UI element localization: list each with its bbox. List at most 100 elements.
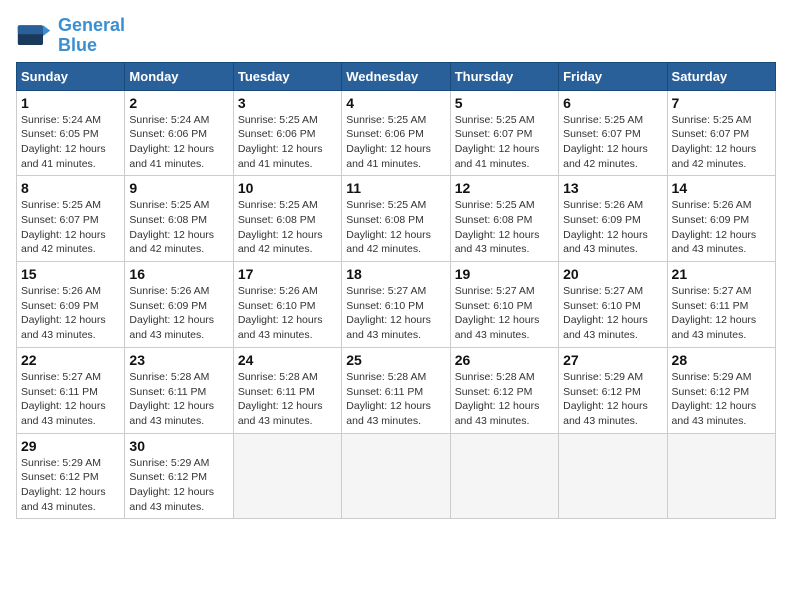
- day-number: 10: [238, 180, 337, 196]
- day-number: 9: [129, 180, 228, 196]
- calendar-cell: 4 Sunrise: 5:25 AM Sunset: 6:06 PM Dayli…: [342, 90, 450, 176]
- calendar-cell: [667, 433, 775, 519]
- day-number: 21: [672, 266, 771, 282]
- calendar-cell: 13 Sunrise: 5:26 AM Sunset: 6:09 PM Dayl…: [559, 176, 667, 262]
- day-info: Sunrise: 5:26 AM Sunset: 6:09 PM Dayligh…: [21, 284, 120, 343]
- logo-icon: [16, 18, 52, 54]
- day-info: Sunrise: 5:27 AM Sunset: 6:10 PM Dayligh…: [455, 284, 554, 343]
- calendar-cell: 1 Sunrise: 5:24 AM Sunset: 6:05 PM Dayli…: [17, 90, 125, 176]
- calendar-cell: [559, 433, 667, 519]
- day-number: 12: [455, 180, 554, 196]
- calendar-cell: 30 Sunrise: 5:29 AM Sunset: 6:12 PM Dayl…: [125, 433, 233, 519]
- calendar-cell: 22 Sunrise: 5:27 AM Sunset: 6:11 PM Dayl…: [17, 347, 125, 433]
- day-info: Sunrise: 5:27 AM Sunset: 6:10 PM Dayligh…: [346, 284, 445, 343]
- day-number: 1: [21, 95, 120, 111]
- day-info: Sunrise: 5:25 AM Sunset: 6:07 PM Dayligh…: [563, 113, 662, 172]
- day-number: 4: [346, 95, 445, 111]
- calendar-cell: 14 Sunrise: 5:26 AM Sunset: 6:09 PM Dayl…: [667, 176, 775, 262]
- day-info: Sunrise: 5:24 AM Sunset: 6:05 PM Dayligh…: [21, 113, 120, 172]
- day-info: Sunrise: 5:25 AM Sunset: 6:08 PM Dayligh…: [238, 198, 337, 257]
- day-number: 3: [238, 95, 337, 111]
- day-number: 18: [346, 266, 445, 282]
- calendar-cell: [342, 433, 450, 519]
- day-info: Sunrise: 5:29 AM Sunset: 6:12 PM Dayligh…: [129, 456, 228, 515]
- day-info: Sunrise: 5:26 AM Sunset: 6:10 PM Dayligh…: [238, 284, 337, 343]
- weekday-header: Friday: [559, 62, 667, 90]
- week-row: 1 Sunrise: 5:24 AM Sunset: 6:05 PM Dayli…: [17, 90, 776, 176]
- calendar-cell: 12 Sunrise: 5:25 AM Sunset: 6:08 PM Dayl…: [450, 176, 558, 262]
- day-info: Sunrise: 5:25 AM Sunset: 6:07 PM Dayligh…: [455, 113, 554, 172]
- day-info: Sunrise: 5:29 AM Sunset: 6:12 PM Dayligh…: [21, 456, 120, 515]
- day-number: 20: [563, 266, 662, 282]
- day-number: 5: [455, 95, 554, 111]
- day-number: 2: [129, 95, 228, 111]
- calendar-cell: 6 Sunrise: 5:25 AM Sunset: 6:07 PM Dayli…: [559, 90, 667, 176]
- day-number: 28: [672, 352, 771, 368]
- logo-text: General Blue: [58, 16, 125, 56]
- calendar-cell: 2 Sunrise: 5:24 AM Sunset: 6:06 PM Dayli…: [125, 90, 233, 176]
- day-info: Sunrise: 5:28 AM Sunset: 6:11 PM Dayligh…: [238, 370, 337, 429]
- calendar-cell: 26 Sunrise: 5:28 AM Sunset: 6:12 PM Dayl…: [450, 347, 558, 433]
- weekday-header: Thursday: [450, 62, 558, 90]
- calendar-cell: 27 Sunrise: 5:29 AM Sunset: 6:12 PM Dayl…: [559, 347, 667, 433]
- day-number: 23: [129, 352, 228, 368]
- calendar-cell: 16 Sunrise: 5:26 AM Sunset: 6:09 PM Dayl…: [125, 262, 233, 348]
- calendar-cell: 8 Sunrise: 5:25 AM Sunset: 6:07 PM Dayli…: [17, 176, 125, 262]
- calendar-cell: 24 Sunrise: 5:28 AM Sunset: 6:11 PM Dayl…: [233, 347, 341, 433]
- day-info: Sunrise: 5:29 AM Sunset: 6:12 PM Dayligh…: [672, 370, 771, 429]
- weekday-header: Monday: [125, 62, 233, 90]
- day-number: 26: [455, 352, 554, 368]
- weekday-header: Wednesday: [342, 62, 450, 90]
- calendar-cell: 5 Sunrise: 5:25 AM Sunset: 6:07 PM Dayli…: [450, 90, 558, 176]
- day-number: 22: [21, 352, 120, 368]
- day-number: 6: [563, 95, 662, 111]
- day-info: Sunrise: 5:24 AM Sunset: 6:06 PM Dayligh…: [129, 113, 228, 172]
- day-number: 15: [21, 266, 120, 282]
- day-info: Sunrise: 5:27 AM Sunset: 6:10 PM Dayligh…: [563, 284, 662, 343]
- day-number: 30: [129, 438, 228, 454]
- day-info: Sunrise: 5:25 AM Sunset: 6:07 PM Dayligh…: [672, 113, 771, 172]
- day-number: 13: [563, 180, 662, 196]
- week-row: 22 Sunrise: 5:27 AM Sunset: 6:11 PM Dayl…: [17, 347, 776, 433]
- week-row: 15 Sunrise: 5:26 AM Sunset: 6:09 PM Dayl…: [17, 262, 776, 348]
- day-info: Sunrise: 5:29 AM Sunset: 6:12 PM Dayligh…: [563, 370, 662, 429]
- day-number: 17: [238, 266, 337, 282]
- calendar-cell: 19 Sunrise: 5:27 AM Sunset: 6:10 PM Dayl…: [450, 262, 558, 348]
- day-info: Sunrise: 5:25 AM Sunset: 6:08 PM Dayligh…: [129, 198, 228, 257]
- header-row: SundayMondayTuesdayWednesdayThursdayFrid…: [17, 62, 776, 90]
- calendar-cell: 11 Sunrise: 5:25 AM Sunset: 6:08 PM Dayl…: [342, 176, 450, 262]
- day-number: 11: [346, 180, 445, 196]
- day-number: 16: [129, 266, 228, 282]
- day-number: 8: [21, 180, 120, 196]
- day-info: Sunrise: 5:25 AM Sunset: 6:08 PM Dayligh…: [455, 198, 554, 257]
- calendar-cell: 10 Sunrise: 5:25 AM Sunset: 6:08 PM Dayl…: [233, 176, 341, 262]
- day-info: Sunrise: 5:25 AM Sunset: 6:06 PM Dayligh…: [238, 113, 337, 172]
- calendar-cell: [233, 433, 341, 519]
- calendar-cell: 28 Sunrise: 5:29 AM Sunset: 6:12 PM Dayl…: [667, 347, 775, 433]
- day-number: 7: [672, 95, 771, 111]
- day-info: Sunrise: 5:25 AM Sunset: 6:08 PM Dayligh…: [346, 198, 445, 257]
- day-number: 27: [563, 352, 662, 368]
- day-info: Sunrise: 5:28 AM Sunset: 6:12 PM Dayligh…: [455, 370, 554, 429]
- calendar-cell: 23 Sunrise: 5:28 AM Sunset: 6:11 PM Dayl…: [125, 347, 233, 433]
- weekday-header: Tuesday: [233, 62, 341, 90]
- weekday-header: Saturday: [667, 62, 775, 90]
- day-info: Sunrise: 5:25 AM Sunset: 6:06 PM Dayligh…: [346, 113, 445, 172]
- calendar-cell: 17 Sunrise: 5:26 AM Sunset: 6:10 PM Dayl…: [233, 262, 341, 348]
- day-info: Sunrise: 5:26 AM Sunset: 6:09 PM Dayligh…: [563, 198, 662, 257]
- day-info: Sunrise: 5:26 AM Sunset: 6:09 PM Dayligh…: [129, 284, 228, 343]
- weekday-header: Sunday: [17, 62, 125, 90]
- day-info: Sunrise: 5:26 AM Sunset: 6:09 PM Dayligh…: [672, 198, 771, 257]
- calendar-cell: [450, 433, 558, 519]
- calendar: SundayMondayTuesdayWednesdayThursdayFrid…: [16, 62, 776, 520]
- day-info: Sunrise: 5:27 AM Sunset: 6:11 PM Dayligh…: [21, 370, 120, 429]
- header: General Blue: [16, 16, 776, 56]
- day-number: 19: [455, 266, 554, 282]
- day-number: 25: [346, 352, 445, 368]
- week-row: 8 Sunrise: 5:25 AM Sunset: 6:07 PM Dayli…: [17, 176, 776, 262]
- calendar-cell: 15 Sunrise: 5:26 AM Sunset: 6:09 PM Dayl…: [17, 262, 125, 348]
- day-number: 14: [672, 180, 771, 196]
- calendar-cell: 25 Sunrise: 5:28 AM Sunset: 6:11 PM Dayl…: [342, 347, 450, 433]
- day-info: Sunrise: 5:28 AM Sunset: 6:11 PM Dayligh…: [346, 370, 445, 429]
- calendar-cell: 18 Sunrise: 5:27 AM Sunset: 6:10 PM Dayl…: [342, 262, 450, 348]
